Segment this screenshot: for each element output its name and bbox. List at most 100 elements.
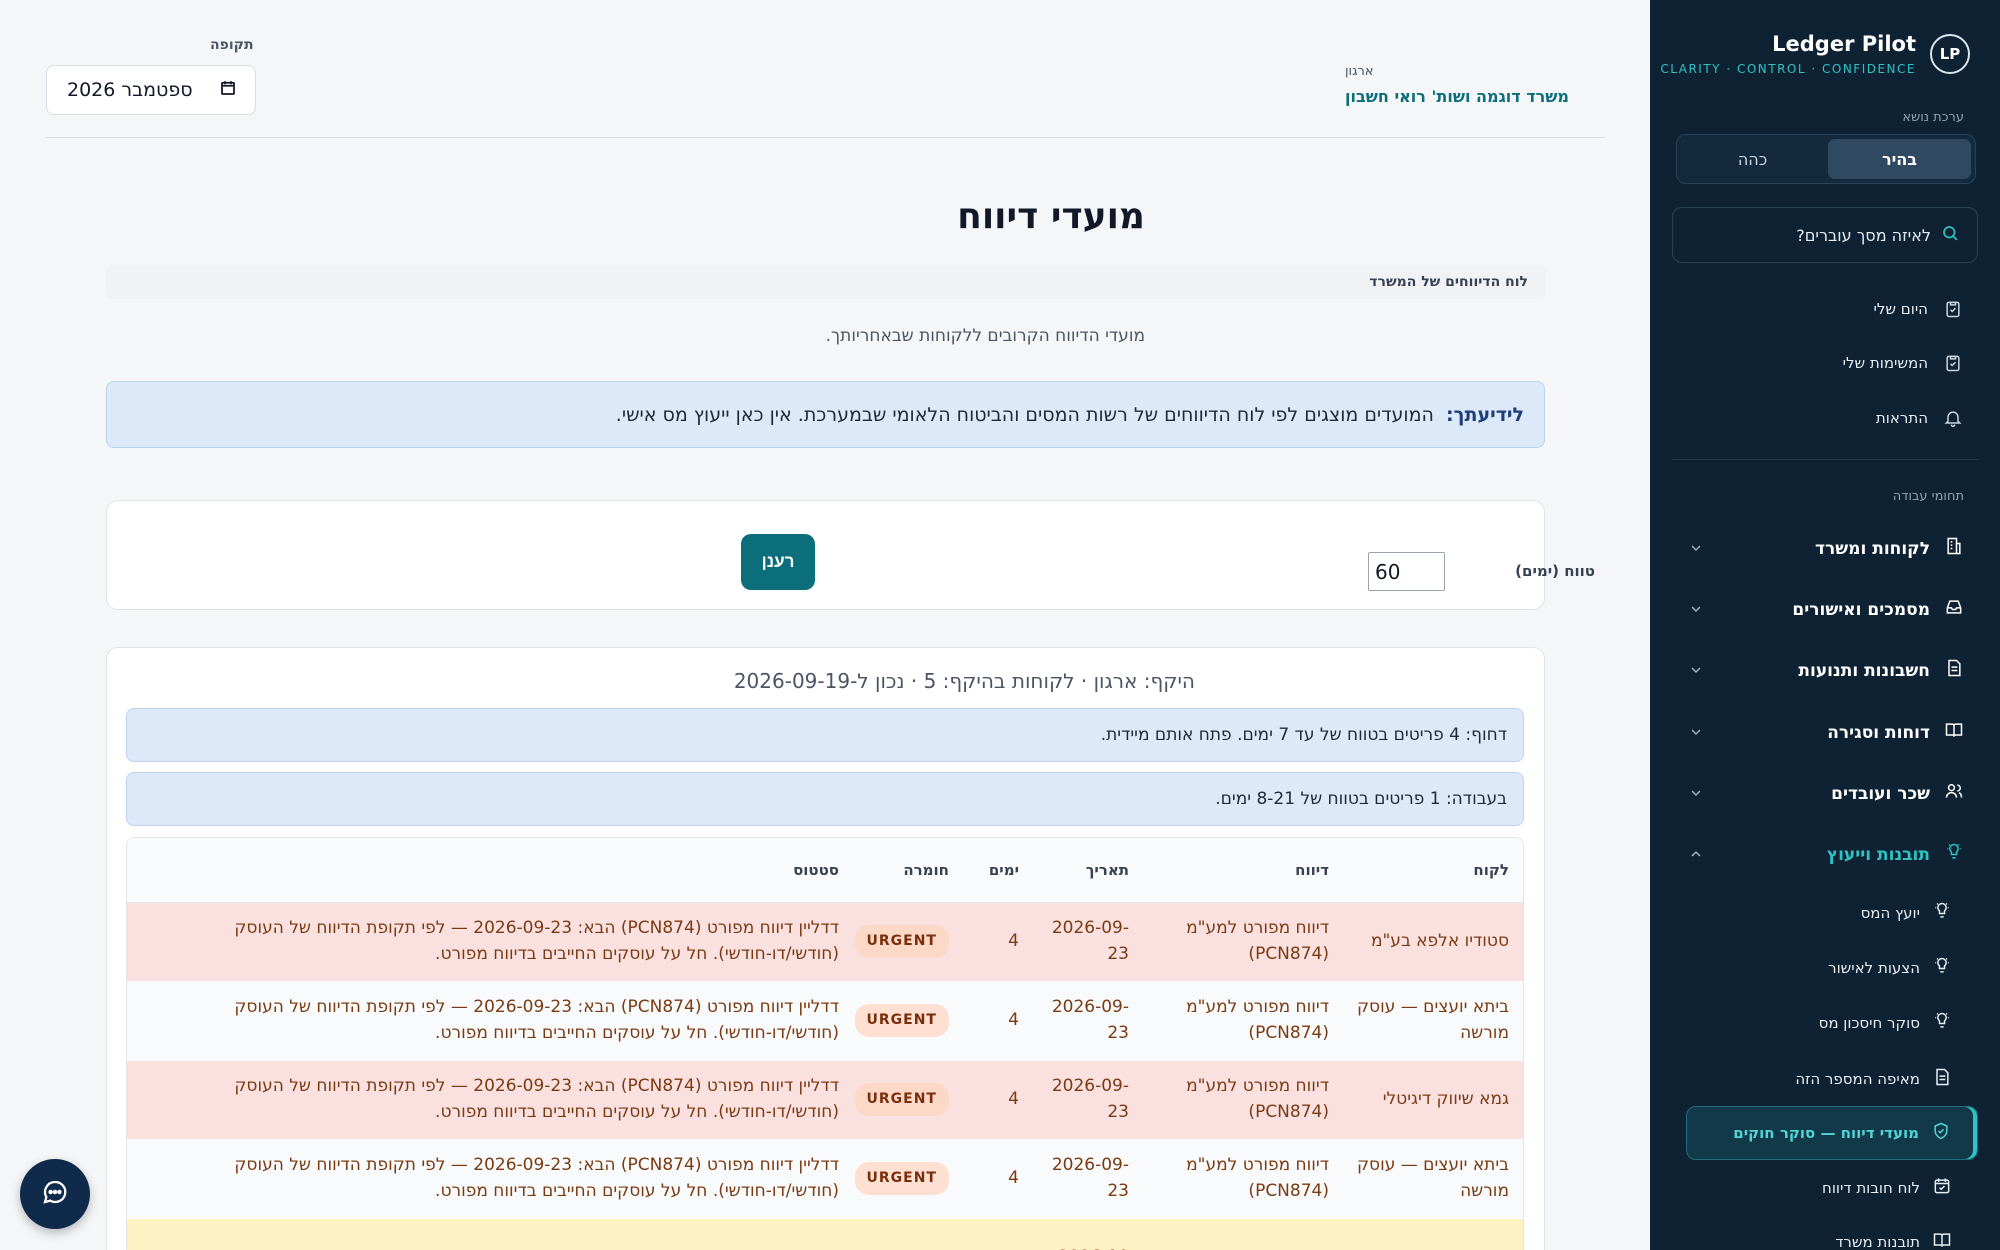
range-input[interactable]: 60 [1368,552,1445,591]
table-row[interactable]: ביתא יועצים — עוסק מורשה דיווח מפורט למע"… [127,1139,1523,1219]
table-row[interactable]: סטודיו אלפא בע"מ דיווח מפורט למע"מ (PCN87… [127,902,1523,982]
cell-client: גמא שיווק דיגיטלי [1343,1060,1523,1140]
chat-button[interactable] [20,1159,90,1229]
sidebar-group-2[interactable]: חשבונות ותנועות [1686,658,1964,683]
deadlines-table: לקוח דיווח תאריך ימים חומרה סטטוס סטודיו… [126,837,1524,1250]
col-days[interactable]: ימים [963,838,1033,903]
sidebar-subitem-2[interactable]: סוקר חיסכון מס [1819,1011,1952,1035]
sidebar-subitem-label: מועדי דיווח — סוקר חוקים [1733,1124,1919,1142]
sidebar-item-0[interactable]: היום שלי [1874,298,1964,320]
table-row[interactable]: ביתא יועצים — עוסק מורשה דיווח מפורט למע"… [127,981,1523,1061]
document-icon [1944,658,1964,683]
scope-summary: היקף: ארגון · לקוחות בהיקף: 5 · נכון ל-2… [733,669,1195,693]
cell-date: 2026-10- [1033,1218,1143,1250]
building-icon [1944,536,1964,561]
sidebar-group-main: שכר ועובדים [1831,781,1964,806]
chevron-down-icon [1686,601,1704,619]
cell-report [1143,1218,1343,1250]
urgent-alert: דחוף: 4 פריטים בטווח של עד 7 ימים. פתח א… [126,708,1524,762]
cell-status: דדליין דיווח מפורט (PCN874) הבא: 2026-09… [127,1060,853,1140]
cell-severity: URGENT [853,902,963,982]
sidebar-group-main: חשבונות ותנועות [1798,658,1964,683]
clipboard-icon [1942,298,1964,320]
table-row[interactable]: גמא שיווק דיגיטלי דיווח מפורט למע"מ (PCN8… [127,1060,1523,1140]
sidebar-group-label: שכר ועובדים [1831,783,1930,804]
sidebar-group-main: מסמכים ואישורים [1792,597,1964,622]
chevron-down-icon [1686,785,1704,803]
page-title: מועדי דיווח [957,196,1145,237]
sidebar-item-2[interactable]: התראות [1876,407,1964,429]
calendar-icon [219,79,237,102]
cell-days: 4 [963,902,1033,982]
insight-icon [1932,956,1952,980]
search-icon [1941,224,1959,246]
cell-report: דיווח מפורט למע"מ (PCN874) [1143,902,1343,982]
cell-client: סטודיו אלפא בע"מ [1343,902,1523,982]
org-value[interactable]: משרד דוגמה ושות' רואי חשבון [1345,87,1569,106]
sidebar-group-0[interactable]: לקוחות ומשרד [1686,536,1964,561]
sidebar-subitem-6[interactable]: תובנות משרד [1835,1230,1952,1250]
sidebar-group-4[interactable]: שכר ועובדים [1686,781,1964,806]
cell-severity: URGENT [853,1060,963,1140]
sidebar-group-label: דוחות וסגירה [1827,722,1930,743]
info-banner: לידיעתך: המועדים מוצגים לפי לוח הדיווחים… [106,381,1545,448]
sidebar-group-main: תובנות וייעוץ [1827,842,1964,867]
refresh-button[interactable]: רענן [741,534,815,590]
sidebar-item-label: התראות [1875,409,1928,427]
col-date[interactable]: תאריך [1033,838,1143,903]
cell-date: 2026-09-23 [1033,902,1143,982]
theme-light-option[interactable]: בהיר [1828,139,1971,179]
sidebar: LP Ledger Pilot CLARITY · CONTROL · CONF… [1650,0,2000,1250]
period-picker[interactable]: ספטמבר 2026 [46,65,256,115]
sidebar-group-label: תובנות וייעוץ [1826,844,1930,865]
info-banner-text: המועדים מוצגים לפי לוח הדיווחים של רשות … [615,403,1434,426]
range-label: טווח (ימים) [1515,562,1595,580]
header-divider [46,137,1606,138]
calendar-icon [1932,1176,1952,1200]
cell-severity [853,1218,963,1250]
sidebar-subitem-label: סוקר חיסכון מס [1818,1014,1920,1032]
sidebar-group-label: מסמכים ואישורים [1792,599,1930,620]
sidebar-group-main: לקוחות ומשרד [1815,536,1964,561]
sidebar-subitem-label: מאיפה המספר הזה [1795,1070,1920,1088]
chat-icon [40,1177,70,1211]
cell-client: ביתא יועצים — עוסק מורשה [1343,1139,1523,1219]
severity-badge: URGENT [854,1004,949,1037]
sidebar-group-main: דוחות וסגירה [1827,720,1964,745]
col-severity[interactable]: חומרה [853,838,963,903]
sidebar-subitem-1[interactable]: הצעות לאישור [1828,956,1952,980]
table-row[interactable]: ביתא יועצים — עוסק 2026-10- [127,1218,1523,1250]
col-report[interactable]: דיווח [1143,838,1343,903]
cell-status: דדליין דיווח מפורט (PCN874) הבא: 2026-09… [127,1139,853,1219]
insight-icon [1932,901,1952,925]
sidebar-group-5[interactable]: תובנות וייעוץ [1686,842,1964,867]
sidebar-subitem-label: הצעות לאישור [1828,959,1920,977]
workspaces-label: תחומי עבודה [1892,489,1964,504]
users-icon [1944,781,1964,806]
brand-logo: LP [1930,34,1970,74]
sidebar-subitem-4[interactable]: מועדי דיווח — סוקר חוקים [1686,1106,1978,1160]
severity-badge: URGENT [854,1162,949,1195]
sidebar-item-1[interactable]: המשימות שלי [1843,352,1964,374]
info-banner-label: לידיעתך: [1445,403,1524,426]
sidebar-subitem-5[interactable]: לוח חובות דיווח [1822,1176,1952,1200]
book-icon [1944,720,1964,745]
table-header-row: לקוח דיווח תאריך ימים חומרה סטטוס [127,838,1523,903]
sidebar-subitem-3[interactable]: מאיפה המספר הזה [1795,1067,1952,1091]
sidebar-group-3[interactable]: דוחות וסגירה [1686,720,1964,745]
cell-days [963,1218,1033,1250]
sidebar-divider [1672,459,1978,460]
sidebar-subitem-0[interactable]: יועץ המס [1861,901,1952,925]
sidebar-item-label: היום שלי [1873,300,1928,318]
inbox-icon [1944,597,1964,622]
sidebar-group-1[interactable]: מסמכים ואישורים [1686,597,1964,622]
col-client[interactable]: לקוח [1343,838,1523,903]
screen-search-input[interactable]: לאיזה מסך עוברים? [1672,207,1978,263]
col-status[interactable]: סטטוס [127,838,853,903]
theme-dark-option[interactable]: כהה [1681,139,1824,179]
brand[interactable]: LP Ledger Pilot CLARITY · CONTROL · CONF… [1660,32,1970,76]
brand-name: Ledger Pilot [1772,32,1916,56]
cell-days: 4 [963,981,1033,1061]
cell-date: 2026-09-23 [1033,1060,1143,1140]
book-icon [1932,1230,1952,1250]
